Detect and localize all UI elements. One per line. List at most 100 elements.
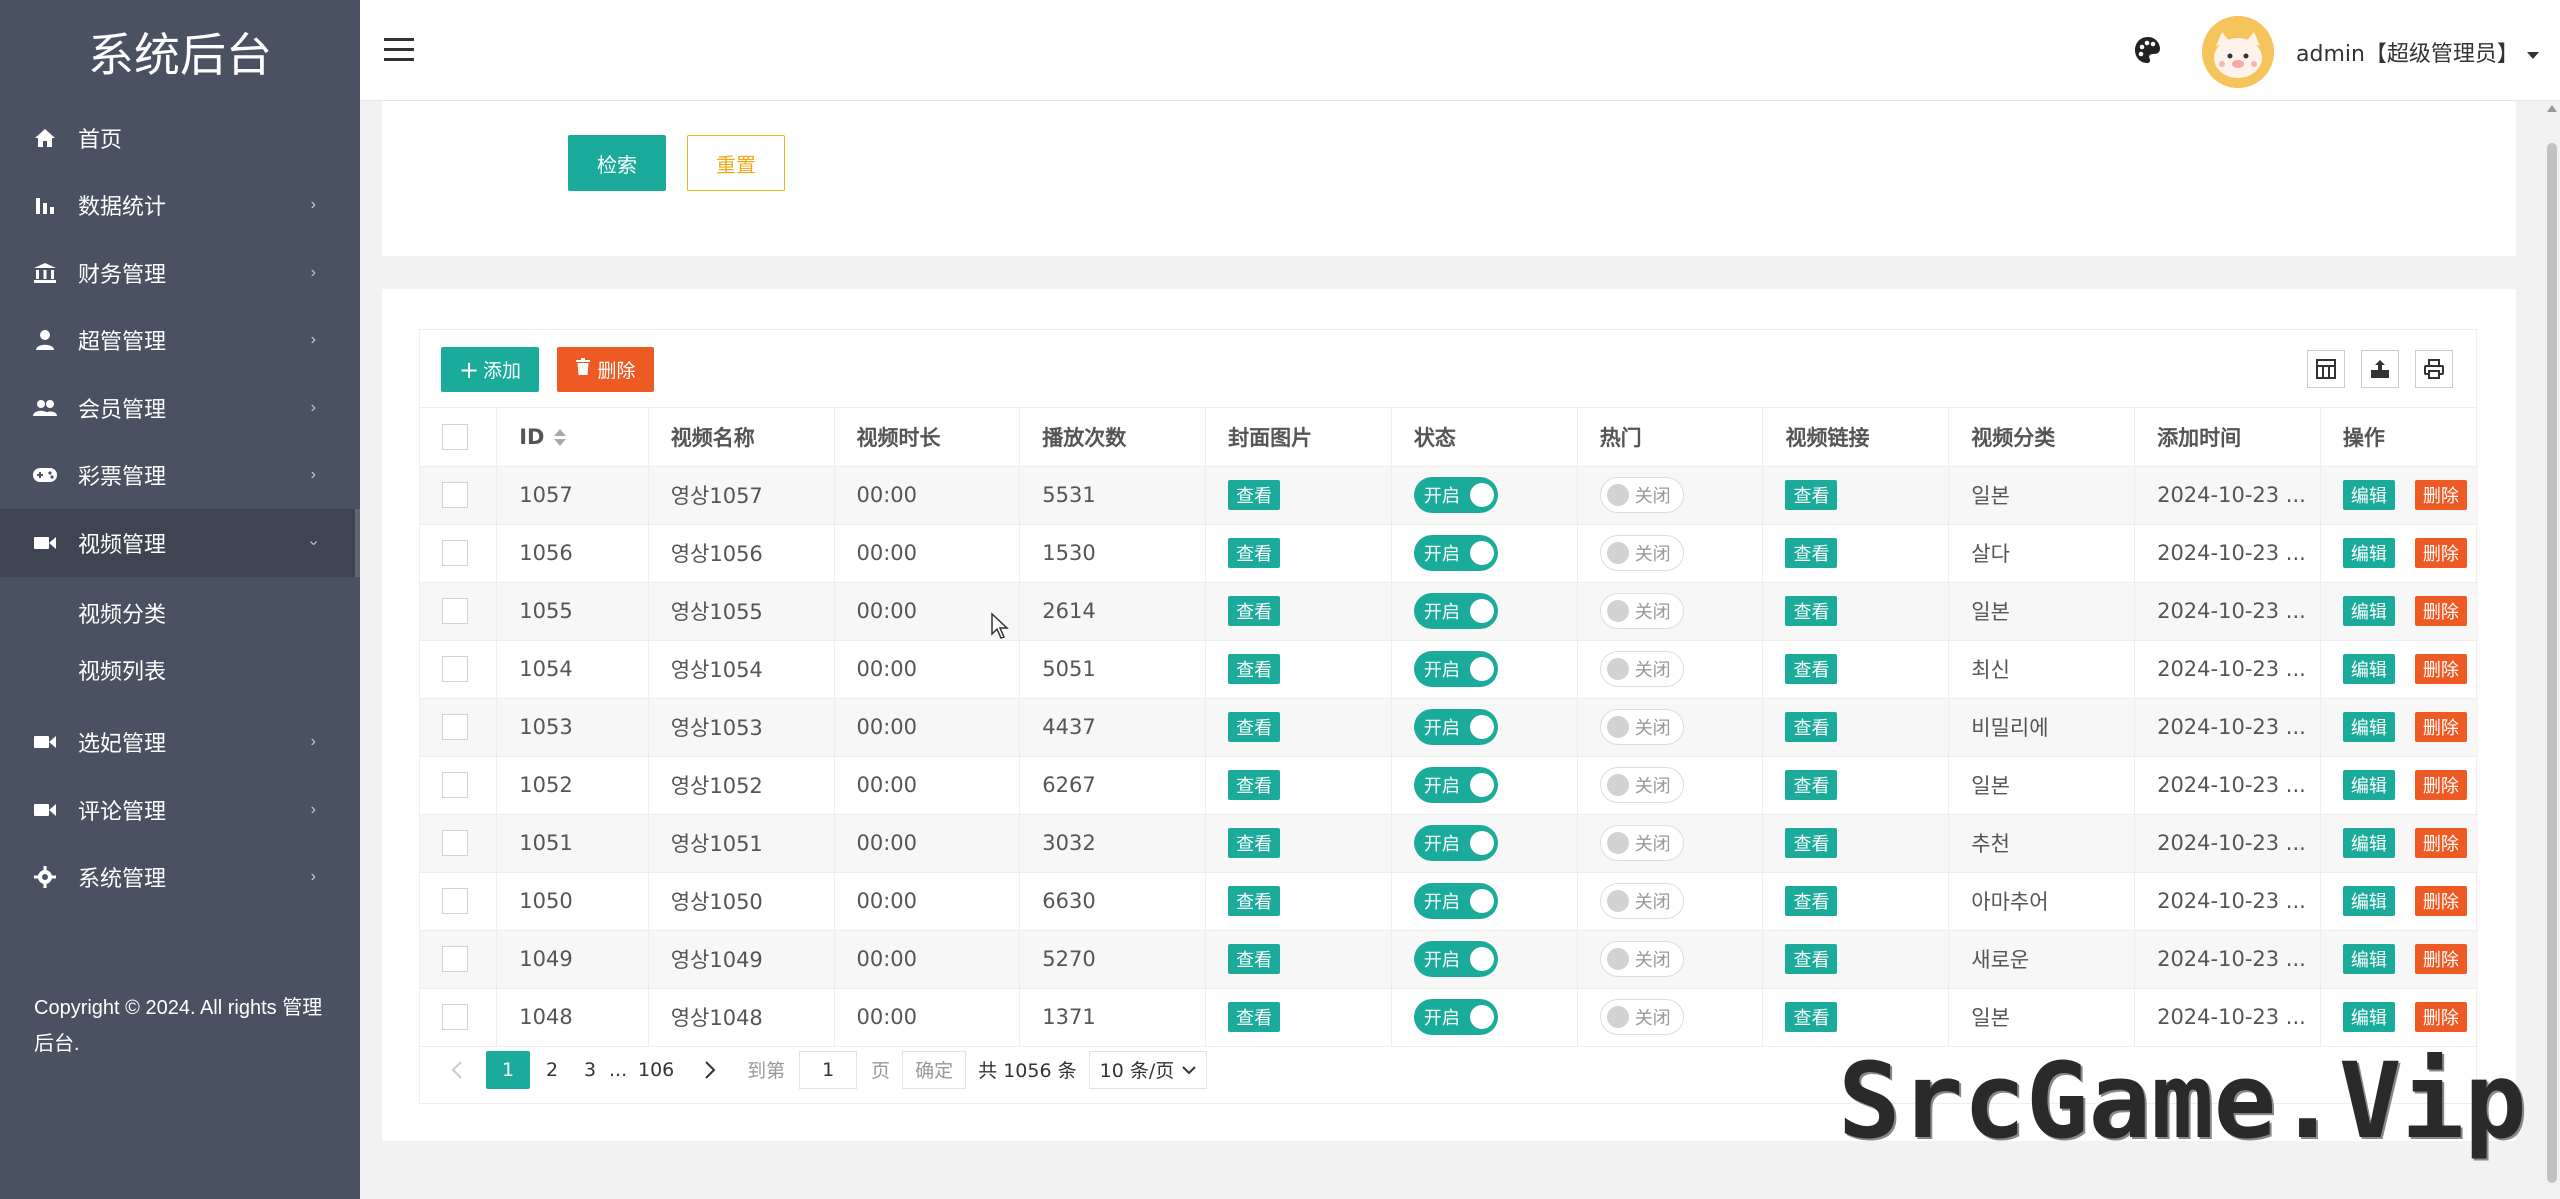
- status-toggle[interactable]: 开启: [1413, 593, 1498, 629]
- delete-button[interactable]: 删除: [2414, 886, 2467, 916]
- avatar[interactable]: [2202, 16, 2274, 88]
- user-menu[interactable]: admin【超级管理员】: [2296, 36, 2539, 68]
- view-link-button[interactable]: 查看: [1785, 770, 1838, 800]
- page-button-2[interactable]: 2: [533, 1051, 571, 1089]
- view-link-button[interactable]: 查看: [1785, 654, 1838, 684]
- sidebar-item-statistics[interactable]: 数据统计 ›: [0, 172, 360, 240]
- view-link-button[interactable]: 查看: [1785, 886, 1838, 916]
- view-cover-button[interactable]: 查看: [1228, 538, 1281, 568]
- view-cover-button[interactable]: 查看: [1228, 654, 1281, 684]
- view-cover-button[interactable]: 查看: [1228, 712, 1281, 742]
- reset-button[interactable]: 重置: [687, 135, 785, 191]
- hot-toggle[interactable]: 关闭: [1599, 651, 1684, 687]
- view-link-button[interactable]: 查看: [1785, 480, 1838, 510]
- edit-button[interactable]: 编辑: [2342, 886, 2395, 916]
- sidebar-item-finance[interactable]: 财务管理 ›: [0, 239, 360, 307]
- palette-icon[interactable]: [2132, 34, 2164, 66]
- page-button-3[interactable]: 3: [571, 1051, 609, 1089]
- status-toggle[interactable]: 开启: [1413, 941, 1498, 977]
- delete-button[interactable]: 删除: [2414, 944, 2467, 974]
- delete-button[interactable]: 删除: [2414, 1002, 2467, 1032]
- page-size-select[interactable]: 10 条/页: [1088, 1050, 1208, 1089]
- delete-button[interactable]: 删除: [2414, 712, 2467, 742]
- row-checkbox[interactable]: [442, 540, 468, 566]
- row-checkbox[interactable]: [442, 888, 468, 914]
- view-cover-button[interactable]: 查看: [1228, 1002, 1281, 1032]
- sidebar-item-system[interactable]: 系统管理 ›: [0, 844, 360, 912]
- delete-button[interactable]: 删除: [2414, 770, 2467, 800]
- sidebar-item-comments[interactable]: 评论管理 ›: [0, 776, 360, 844]
- row-checkbox[interactable]: [442, 772, 468, 798]
- sidebar-item-video[interactable]: 视频管理 ›: [0, 509, 360, 577]
- hot-toggle[interactable]: 关闭: [1599, 825, 1684, 861]
- edit-button[interactable]: 编辑: [2342, 654, 2395, 684]
- row-checkbox[interactable]: [442, 1004, 468, 1030]
- edit-button[interactable]: 编辑: [2342, 944, 2395, 974]
- sidebar-subitem-video-category[interactable]: 视频分类: [0, 585, 360, 642]
- goto-confirm-button[interactable]: 确定: [902, 1050, 967, 1089]
- sidebar-item-super-admin[interactable]: 超管管理 ›: [0, 307, 360, 375]
- vertical-scrollbar[interactable]: [2544, 101, 2560, 1199]
- row-checkbox[interactable]: [442, 598, 468, 624]
- status-toggle[interactable]: 开启: [1413, 477, 1498, 513]
- sort-icon[interactable]: [554, 428, 567, 448]
- hot-toggle[interactable]: 关闭: [1599, 593, 1684, 629]
- export-icon[interactable]: [2361, 350, 2399, 388]
- edit-button[interactable]: 编辑: [2342, 1002, 2395, 1032]
- hot-toggle[interactable]: 关闭: [1599, 535, 1684, 571]
- column-header-id[interactable]: ID: [496, 408, 649, 467]
- edit-button[interactable]: 编辑: [2342, 480, 2395, 510]
- scrollbar-thumb[interactable]: [2547, 143, 2557, 1183]
- view-cover-button[interactable]: 查看: [1228, 480, 1281, 510]
- view-cover-button[interactable]: 查看: [1228, 828, 1281, 858]
- status-toggle[interactable]: 开启: [1413, 535, 1498, 571]
- delete-button[interactable]: 删除: [2414, 596, 2467, 626]
- delete-button[interactable]: 删除: [2414, 828, 2467, 858]
- row-checkbox[interactable]: [442, 830, 468, 856]
- scroll-up-arrow-icon[interactable]: [2547, 105, 2557, 112]
- status-toggle[interactable]: 开启: [1413, 767, 1498, 803]
- status-toggle[interactable]: 开启: [1413, 999, 1498, 1035]
- page-button-1[interactable]: 1: [486, 1050, 530, 1089]
- goto-page-input[interactable]: [799, 1050, 858, 1089]
- add-button[interactable]: + 添加: [441, 347, 539, 392]
- prev-page-icon[interactable]: [438, 1051, 476, 1089]
- edit-button[interactable]: 编辑: [2342, 770, 2395, 800]
- page-button-last[interactable]: 106: [637, 1051, 675, 1089]
- delete-button[interactable]: 删除: [2414, 480, 2467, 510]
- search-button[interactable]: 检索: [568, 135, 666, 191]
- print-icon[interactable]: [2415, 350, 2453, 388]
- edit-button[interactable]: 编辑: [2342, 712, 2395, 742]
- hot-toggle[interactable]: 关闭: [1599, 709, 1684, 745]
- row-checkbox[interactable]: [442, 714, 468, 740]
- menu-toggle-icon[interactable]: [384, 38, 414, 64]
- columns-filter-icon[interactable]: [2307, 350, 2345, 388]
- sidebar-item-home[interactable]: 首页: [0, 104, 360, 172]
- view-link-button[interactable]: 查看: [1785, 828, 1838, 858]
- sidebar-item-concubine[interactable]: 选妃管理 ›: [0, 709, 360, 777]
- sidebar-subitem-video-list[interactable]: 视频列表: [0, 642, 360, 699]
- view-cover-button[interactable]: 查看: [1228, 886, 1281, 916]
- hot-toggle[interactable]: 关闭: [1599, 941, 1684, 977]
- select-all-checkbox[interactable]: [442, 423, 468, 450]
- status-toggle[interactable]: 开启: [1413, 883, 1498, 919]
- hot-toggle[interactable]: 关闭: [1599, 477, 1684, 513]
- view-link-button[interactable]: 查看: [1785, 1002, 1838, 1032]
- status-toggle[interactable]: 开启: [1413, 709, 1498, 745]
- delete-button[interactable]: 删除: [2414, 654, 2467, 684]
- edit-button[interactable]: 编辑: [2342, 596, 2395, 626]
- row-checkbox[interactable]: [442, 482, 468, 508]
- next-page-icon[interactable]: [691, 1051, 729, 1089]
- delete-button[interactable]: 删除: [2414, 538, 2467, 568]
- sidebar-item-lottery[interactable]: 彩票管理 ›: [0, 442, 360, 510]
- sidebar-item-members[interactable]: 会员管理 ›: [0, 374, 360, 442]
- view-cover-button[interactable]: 查看: [1228, 770, 1281, 800]
- hot-toggle[interactable]: 关闭: [1599, 767, 1684, 803]
- view-link-button[interactable]: 查看: [1785, 712, 1838, 742]
- view-link-button[interactable]: 查看: [1785, 944, 1838, 974]
- view-cover-button[interactable]: 查看: [1228, 944, 1281, 974]
- row-checkbox[interactable]: [442, 656, 468, 682]
- status-toggle[interactable]: 开启: [1413, 651, 1498, 687]
- edit-button[interactable]: 编辑: [2342, 828, 2395, 858]
- view-cover-button[interactable]: 查看: [1228, 596, 1281, 626]
